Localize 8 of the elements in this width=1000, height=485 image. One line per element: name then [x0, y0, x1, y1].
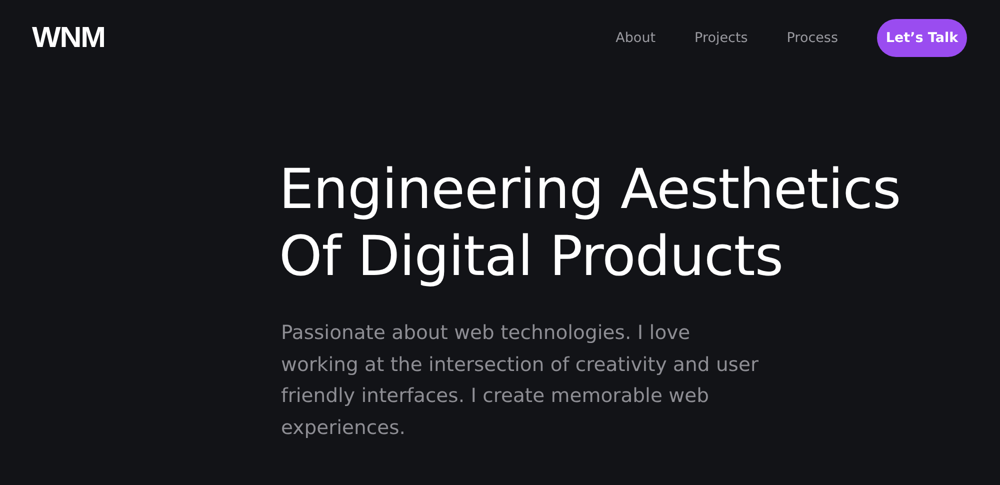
nav-link[interactable]: Process [786, 30, 838, 46]
lets-talk-button[interactable]: Let’s Talk [877, 19, 967, 57]
hero-heading-line: Engineering Aesthetics [279, 156, 901, 223]
logo[interactable]: WNM [32, 22, 105, 54]
nav-link[interactable]: About [616, 30, 656, 46]
hero-heading-line: Of Digital Products [279, 223, 783, 290]
intro-paragraph: Passionate about web technologies. I love working at the intersection of creativity and user friendly interfaces. I create memorable web experiences. [281, 320, 760, 440]
nav-link[interactable]: Projects [694, 30, 748, 46]
